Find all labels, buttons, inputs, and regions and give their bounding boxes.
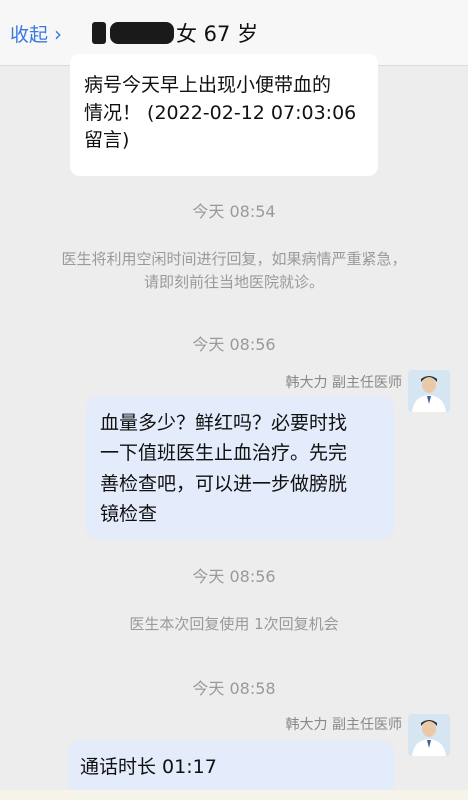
chevron-right-icon: ›: [54, 21, 63, 46]
doctor-name-label: 韩大力 副主任医师: [285, 375, 402, 391]
patient-title: 女 67 岁: [92, 18, 258, 48]
bottom-bar: [0, 790, 468, 800]
call-duration-text: 通话时长 01:17: [80, 756, 217, 778]
timestamp: 今天 08:54: [192, 202, 276, 221]
patient-message-line: 病号今天早上出现小便带血的: [84, 74, 332, 96]
redaction-mark: [92, 22, 106, 44]
chat-area[interactable]: 病号今天早上出现小便带血的 情况！ (2022-02-12 07:03:06 留…: [0, 54, 468, 800]
collapse-label: 收起: [10, 24, 49, 46]
timestamp: 今天 08:58: [192, 679, 276, 698]
doctor-name-label: 韩大力 副主任医师: [285, 717, 402, 733]
system-notice-line: 医生将利用空闲时间进行回复，如果病情严重紧急，: [61, 250, 407, 268]
system-notice: 医生将利用空闲时间进行回复，如果病情严重紧急， 请即刻前往当地医院就诊。: [0, 248, 468, 295]
patient-message-line: 留言): [84, 129, 130, 152]
system-notice: 医生本次回复使用 1次回复机会: [129, 615, 339, 633]
doctor-reply-line: 血量多少？鲜红吗？必要时找: [100, 412, 348, 434]
doctor-avatar[interactable]: [408, 714, 450, 756]
patient-message-bubble: 病号今天早上出现小便带血的 情况！ (2022-02-12 07:03:06 留…: [70, 54, 378, 176]
timestamp: 今天 08:56: [192, 335, 276, 354]
timestamp: 今天 08:56: [192, 567, 276, 586]
system-notice-line: 请即刻前往当地医院就诊。: [143, 273, 324, 292]
doctor-reply-line: 一下值班医生止血治疗。先完: [100, 442, 348, 465]
collapse-button[interactable]: 收起 ›: [10, 20, 62, 47]
doctor-reply-line: 镜检查: [100, 503, 158, 526]
call-duration-bubble[interactable]: 通话时长 01:17: [68, 740, 394, 796]
doctor-reply-line: 善检查吧，可以进一步做膀胱: [100, 472, 348, 495]
patient-message-line: 情况！ (2022-02-12 07:03:06: [84, 101, 357, 124]
redacted-patient-name: [110, 22, 174, 44]
doctor-avatar[interactable]: [408, 370, 450, 412]
patient-info: 女 67 岁: [176, 22, 259, 46]
doctor-reply-bubble: 血量多少？鲜红吗？必要时找 一下值班医生止血治疗。先完 善检查吧，可以进一步做膀…: [86, 396, 394, 540]
